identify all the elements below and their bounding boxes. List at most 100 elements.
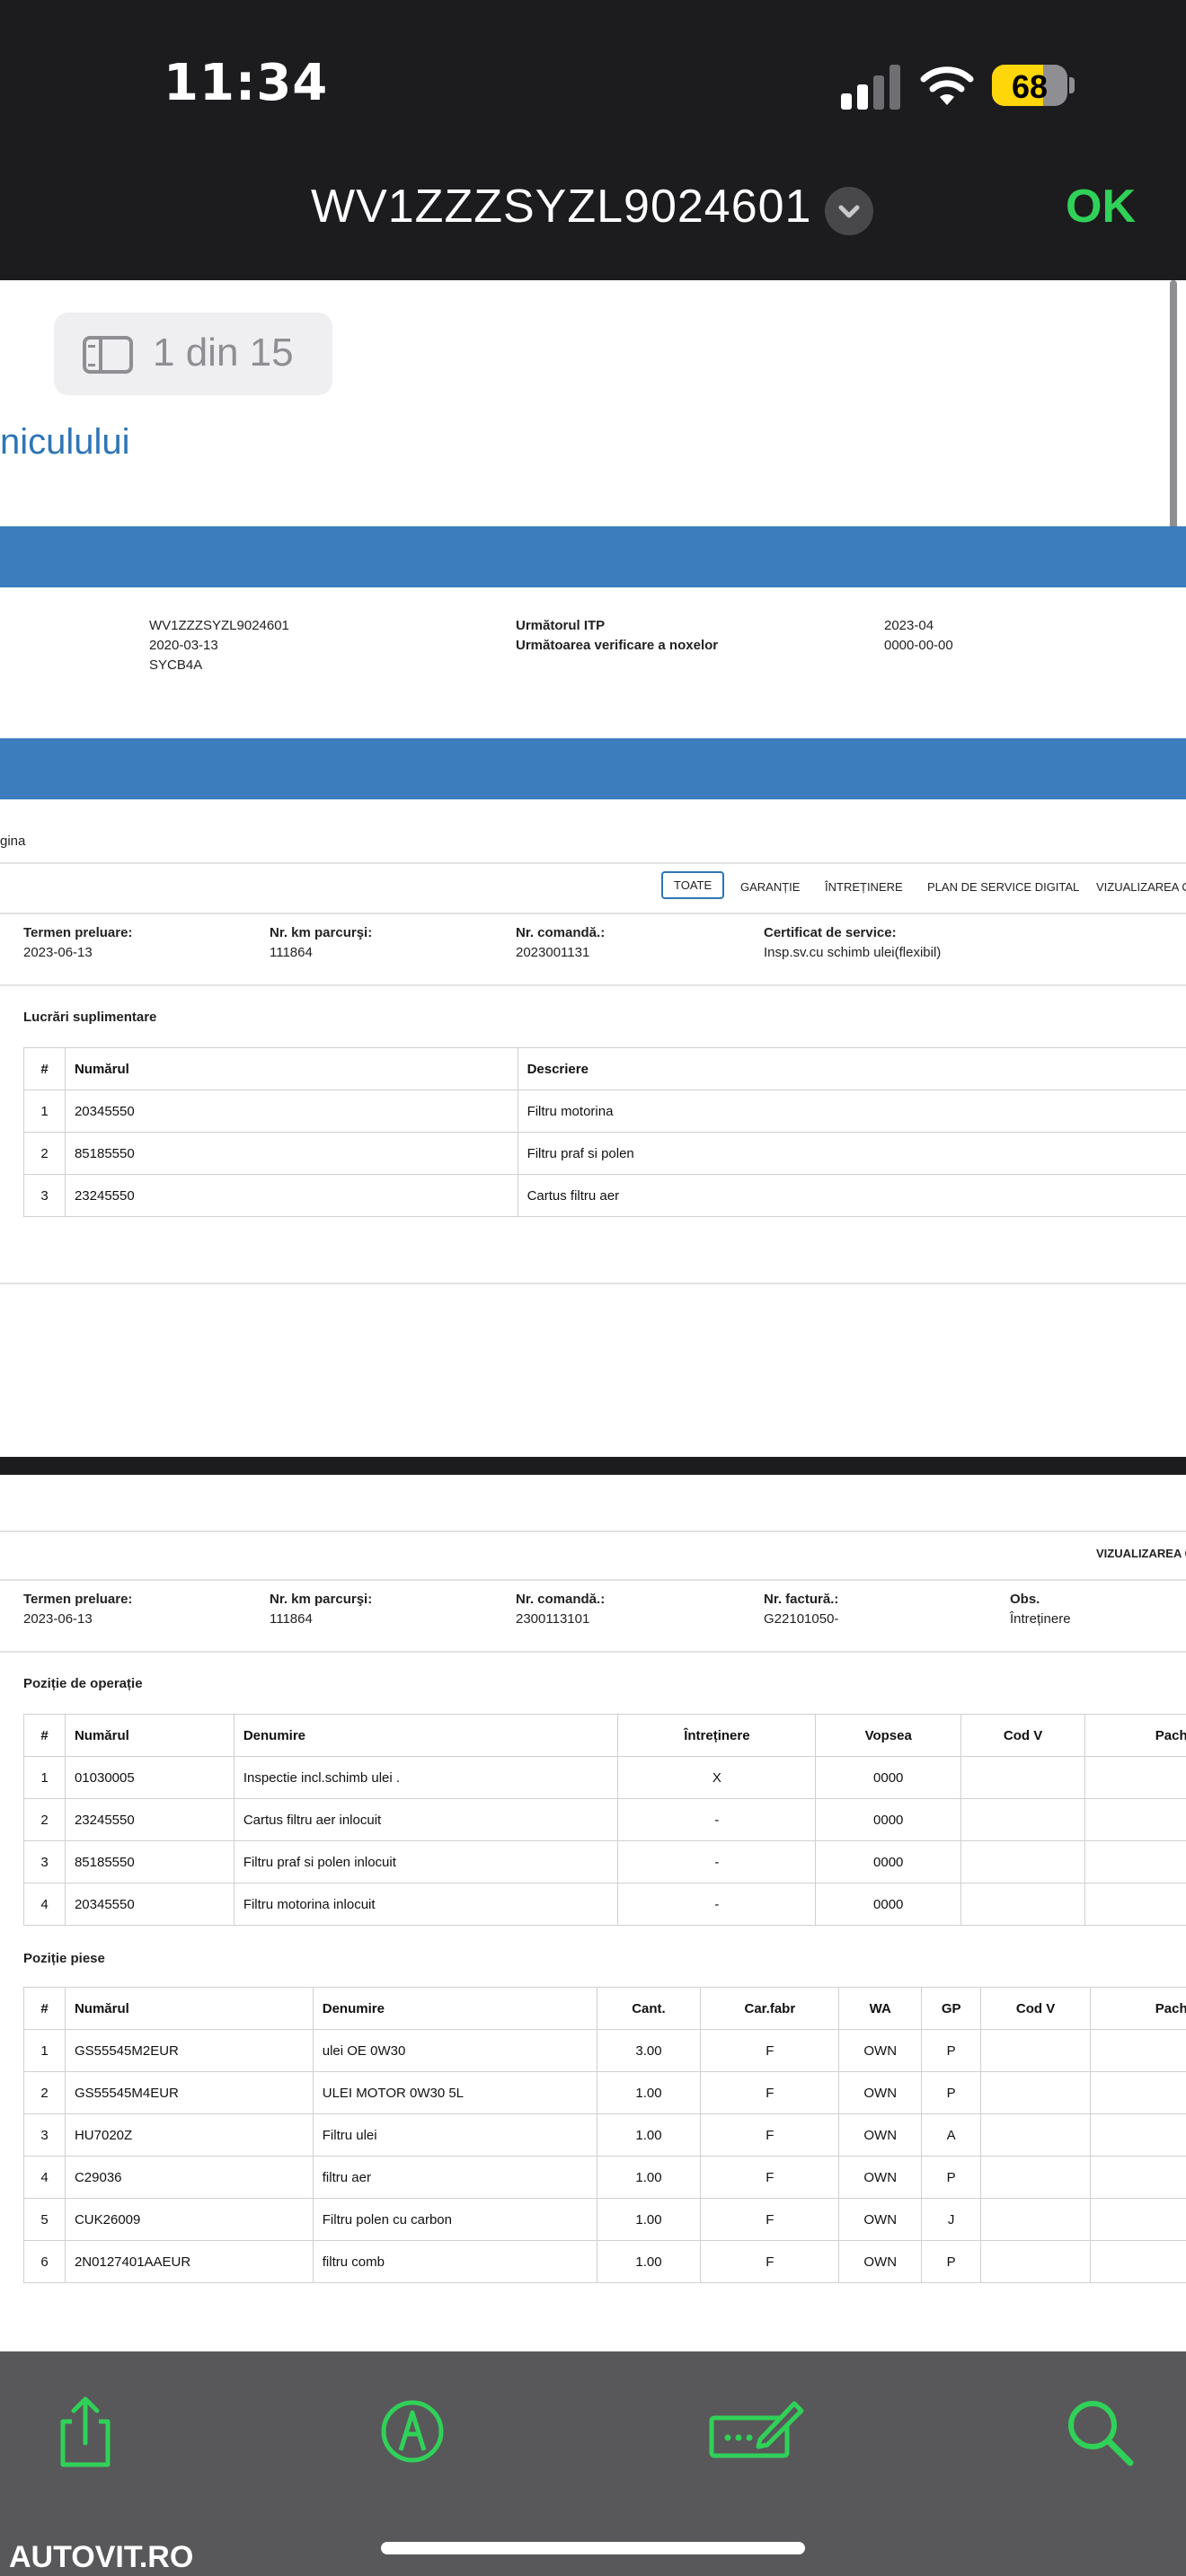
cellular-signal-icon bbox=[841, 65, 900, 110]
table-row: 3 HU7020Z Filtru ulei 1.00 F OWN A 0 bbox=[23, 2113, 1186, 2157]
page-separator bbox=[0, 1457, 1186, 1475]
column-header: Car.fabr bbox=[700, 1987, 840, 2030]
page-label: gina bbox=[0, 834, 26, 849]
table-cell: 1.00 bbox=[596, 2156, 702, 2199]
table-row: 1 01030005 Inspectie incl.schimb ulei . … bbox=[23, 1756, 1186, 1799]
tab-toate[interactable]: TOATE bbox=[661, 871, 725, 899]
field-label: Certificat de service: bbox=[764, 925, 897, 940]
table-cell: 1.00 bbox=[596, 2198, 702, 2241]
field-label: Termen preluare: bbox=[23, 925, 133, 940]
share-icon[interactable] bbox=[45, 2391, 126, 2472]
table-cell: OWN bbox=[838, 2156, 923, 2199]
table-cell: 2 bbox=[23, 1132, 66, 1175]
page-indicator[interactable]: 1 din 15 bbox=[54, 313, 332, 395]
column-header: GP bbox=[921, 1987, 982, 2030]
field-label: Nr. km parcurşi: bbox=[270, 925, 373, 940]
table-cell: 0 bbox=[1090, 2240, 1186, 2283]
table-cell: Cartus filtru aer bbox=[517, 1174, 1186, 1217]
table-cell: 2 bbox=[23, 1798, 66, 1841]
table-cell bbox=[960, 1798, 1086, 1841]
divider bbox=[0, 1579, 1186, 1581]
table-cell: X bbox=[617, 1756, 817, 1799]
field-value: 2300113101 bbox=[516, 1611, 590, 1627]
table-cell: GS55545M4EUR bbox=[64, 2071, 314, 2114]
ok-button[interactable]: OK bbox=[1066, 180, 1136, 234]
table-cell bbox=[960, 1883, 1086, 1926]
table-row: 1 20345550 Filtru motorina bbox=[23, 1090, 1186, 1133]
field-label: Nr. factură.: bbox=[764, 1592, 839, 1607]
table-cell: OWN bbox=[838, 2198, 923, 2241]
vertical-scrollbar[interactable] bbox=[1170, 280, 1177, 568]
table-cell: 0 bbox=[1090, 2029, 1186, 2072]
table-cell: HU7020Z bbox=[64, 2113, 314, 2157]
table-header-row: # Numărul Denumire Întreținere Vopsea Co… bbox=[23, 1714, 1186, 1757]
table-cell bbox=[980, 2113, 1092, 2157]
table-cell: 3 bbox=[23, 2113, 66, 2157]
tab-vizualizarea[interactable]: VIZUALIZAREA C bbox=[1096, 1547, 1186, 1560]
table-row: 4 C29036 filtru aer 1.00 F OWN P 0 bbox=[23, 2156, 1186, 2199]
column-header: Cod V bbox=[960, 1714, 1086, 1757]
title-dropdown-button[interactable] bbox=[825, 187, 873, 235]
status-time: 11:34 bbox=[164, 54, 329, 112]
table-row: 3 23245550 Cartus filtru aer bbox=[23, 1174, 1186, 1217]
table-cell: 3 bbox=[23, 1840, 66, 1883]
column-header: Vopsea bbox=[815, 1714, 962, 1757]
table-cell: Filtru motorina inlocuit bbox=[233, 1883, 619, 1926]
table-cell: 0 bbox=[1084, 1883, 1186, 1926]
column-header: Pachet bbox=[1090, 1987, 1186, 2030]
table-cell bbox=[980, 2156, 1092, 2199]
field-label: Nr. km parcurşi: bbox=[270, 1592, 373, 1607]
table-row: 4 20345550 Filtru motorina inlocuit - 00… bbox=[23, 1883, 1186, 1926]
markup-icon[interactable] bbox=[372, 2391, 453, 2472]
column-header: Descriere bbox=[517, 1047, 1186, 1090]
table-cell: F bbox=[700, 2156, 840, 2199]
table-cell: OWN bbox=[838, 2240, 923, 2283]
tab-plan-service[interactable]: PLAN DE SERVICE DIGITAL bbox=[927, 880, 1079, 894]
column-header: Denumire bbox=[312, 1987, 597, 2030]
divider bbox=[0, 862, 1186, 864]
table-cell: Filtru praf si polen bbox=[517, 1132, 1186, 1175]
column-header: # bbox=[23, 1987, 66, 2030]
table-cell: 1 bbox=[23, 1090, 66, 1133]
table-cell bbox=[960, 1840, 1086, 1883]
table-cell: A bbox=[921, 2113, 982, 2157]
table-cell: 1 bbox=[23, 1756, 66, 1799]
document-title[interactable]: WV1ZZZSYZL9024601 bbox=[311, 180, 811, 234]
bottom-toolbar: AUTOVIT.RO bbox=[0, 2351, 1186, 2576]
home-indicator[interactable] bbox=[381, 2542, 805, 2554]
column-header: Întreținere bbox=[617, 1714, 817, 1757]
table-cell: F bbox=[700, 2198, 840, 2241]
table-row: 2 85185550 Filtru praf si polen bbox=[23, 1132, 1186, 1175]
table-cell: 0 bbox=[1084, 1840, 1186, 1883]
table-cell: - bbox=[617, 1883, 817, 1926]
table-cell: F bbox=[700, 2071, 840, 2114]
sidebar-icon bbox=[83, 336, 133, 374]
tab-vizualizarea[interactable]: VIZUALIZAREA C bbox=[1096, 880, 1186, 894]
table-cell: filtru comb bbox=[312, 2240, 597, 2283]
vin-value: WV1ZZZSYZL9024601 bbox=[149, 618, 289, 633]
battery-level: 68 bbox=[1011, 68, 1049, 105]
field-label: Nr. comandă.: bbox=[516, 925, 606, 940]
table-header-row: # Numărul Descriere bbox=[23, 1047, 1186, 1090]
table-cell bbox=[980, 2240, 1092, 2283]
table-cell: Cartus filtru aer inlocuit bbox=[233, 1798, 619, 1841]
table-cell bbox=[980, 2029, 1092, 2072]
table-cell: OWN bbox=[838, 2113, 923, 2157]
document-view[interactable]: 1 din 15 niculului WV1ZZZSYZL9024601 202… bbox=[0, 280, 1186, 2351]
signature-icon[interactable] bbox=[706, 2391, 805, 2472]
table-row: 2 GS55545M4EUR ULEI MOTOR 0W30 5L 1.00 F… bbox=[23, 2071, 1186, 2114]
table-cell: 0 bbox=[1090, 2198, 1186, 2241]
table-cell: GS55545M2EUR bbox=[64, 2029, 314, 2072]
table-row: 3 85185550 Filtru praf si polen inlocuit… bbox=[23, 1840, 1186, 1883]
table-cell: 0000 bbox=[815, 1883, 962, 1926]
table-row: 5 CUK26009 Filtru polen cu carbon 1.00 F… bbox=[23, 2198, 1186, 2241]
search-icon[interactable] bbox=[1058, 2391, 1139, 2472]
table-cell: 01030005 bbox=[64, 1756, 235, 1799]
battery-icon: 68 bbox=[992, 65, 1067, 106]
table-cell: 2N0127401AAEUR bbox=[64, 2240, 314, 2283]
tab-intretinere[interactable]: ÎNTREȚINERE bbox=[825, 880, 903, 894]
tab-garantie[interactable]: GARANȚIE bbox=[740, 880, 800, 894]
table-row: 6 2N0127401AAEUR filtru comb 1.00 F OWN … bbox=[23, 2240, 1186, 2283]
operations-table: # Numărul Denumire Întreținere Vopsea Co… bbox=[23, 1714, 1186, 1926]
field-value: 2023001131 bbox=[516, 945, 590, 960]
